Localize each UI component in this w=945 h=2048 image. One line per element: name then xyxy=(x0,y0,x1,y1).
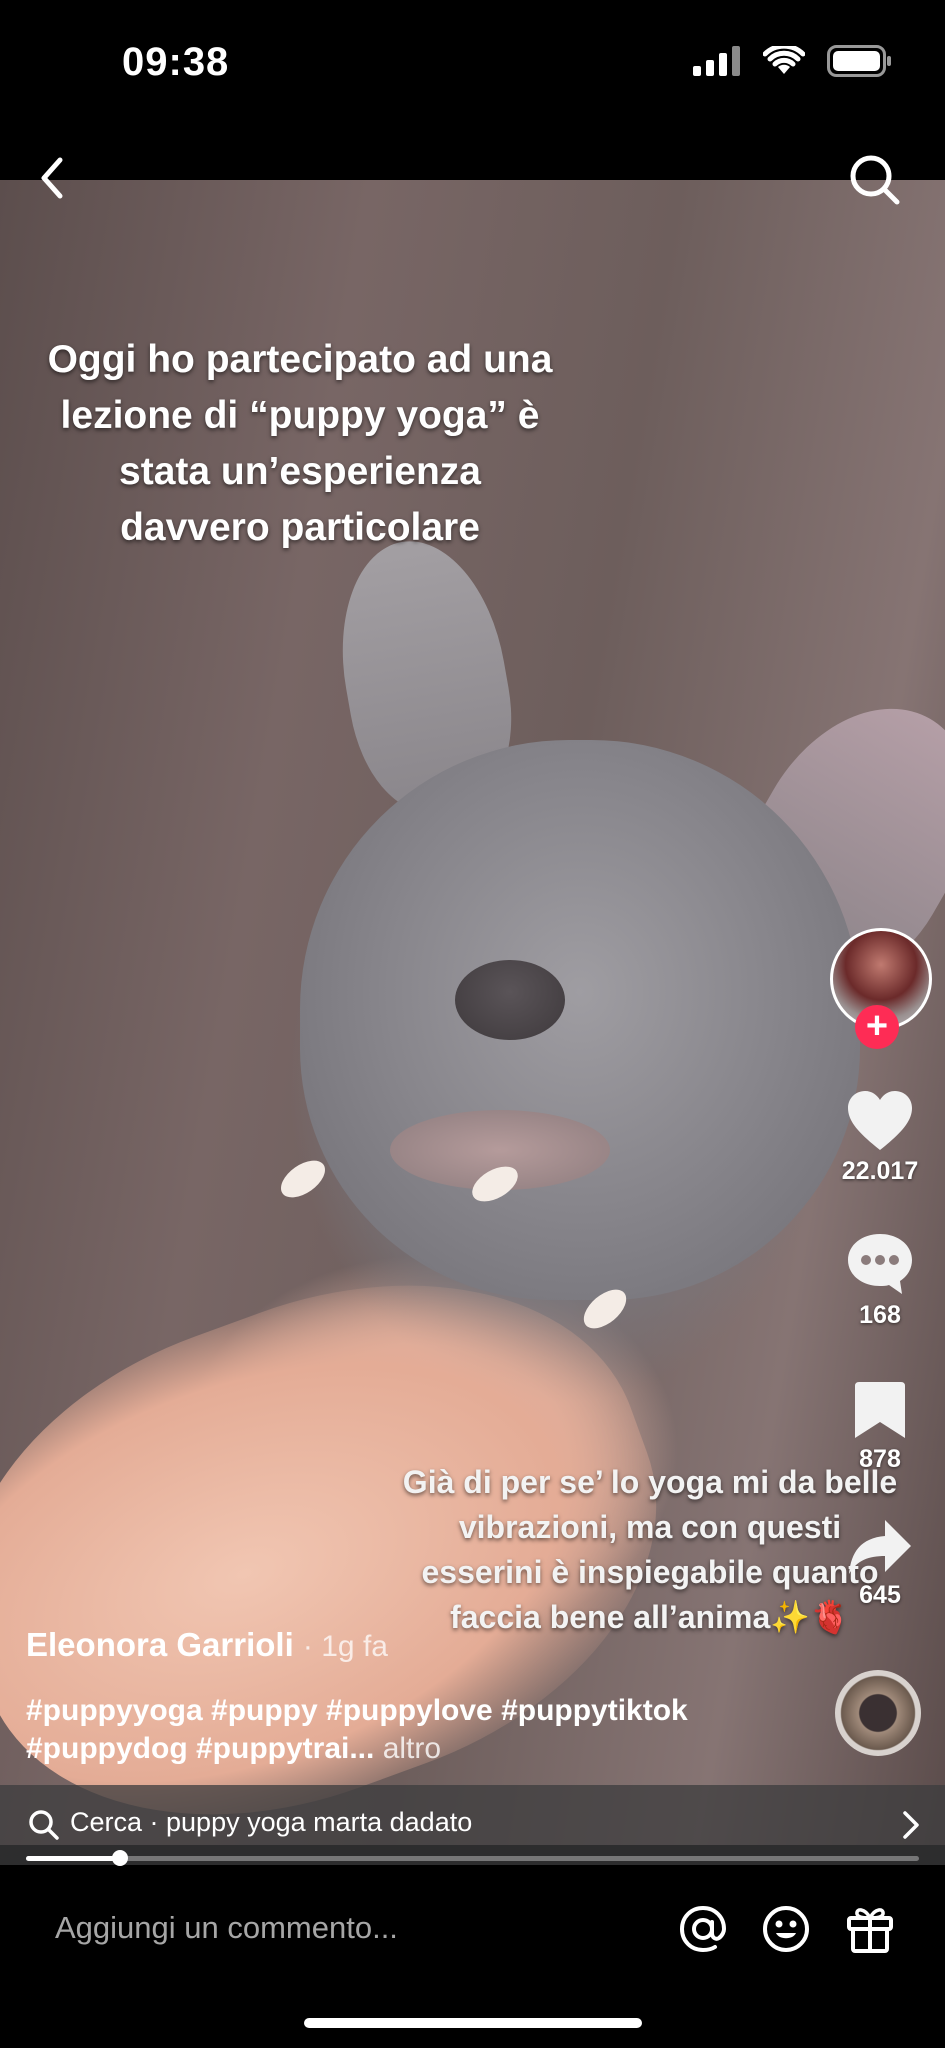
bookmark-count: 878 xyxy=(859,1445,901,1473)
hashtags[interactable]: #puppyyoga #puppy #puppylove #puppytikto… xyxy=(26,1692,786,1768)
signal-icon xyxy=(693,46,740,76)
chevron-right-icon xyxy=(903,1811,919,1839)
bookmark-icon xyxy=(855,1382,905,1438)
puppy-head xyxy=(300,740,860,1300)
video-caption-top: Oggi ho partecipato ad una lezione di “p… xyxy=(47,338,553,549)
share-icon xyxy=(849,1520,911,1574)
search-icon xyxy=(850,155,900,205)
status-bar: 09:38 xyxy=(0,0,945,180)
like-button[interactable]: 22.017 xyxy=(830,1090,930,1186)
comment-input[interactable]: Aggiungi un commento... xyxy=(55,1910,398,1946)
search-icon xyxy=(29,1810,59,1840)
follow-button[interactable]: + xyxy=(855,1005,899,1049)
share-button[interactable]: 645 xyxy=(830,1518,930,1610)
status-time: 09:38 xyxy=(122,40,230,84)
comment-button[interactable]: 168 xyxy=(830,1232,930,1330)
video-progress-handle[interactable] xyxy=(111,1850,128,1866)
comment-count: 168 xyxy=(859,1301,901,1329)
battery-icon xyxy=(827,45,891,77)
search-suggestion-text: Cerca · puppy yoga marta dadato xyxy=(70,1807,473,1837)
share-count: 645 xyxy=(859,1581,901,1609)
gift-icon[interactable] xyxy=(845,1902,895,1954)
back-button[interactable] xyxy=(30,150,74,206)
at-icon[interactable] xyxy=(678,1904,728,1954)
video-progress-track[interactable] xyxy=(26,1856,919,1861)
search-button[interactable] xyxy=(847,152,903,208)
home-indicator xyxy=(304,2018,642,2028)
fingernail xyxy=(274,1153,332,1205)
author-row: Eleonora Garrioli · 1g fa xyxy=(26,1626,388,1664)
video-caption-bottom: Già di per se’ lo yoga mi da belle vibra… xyxy=(402,1464,898,1635)
emoji-icon[interactable] xyxy=(761,1904,811,1954)
post-time: · 1g fa xyxy=(302,1630,388,1663)
like-count: 22.017 xyxy=(841,1157,919,1185)
search-suggestion-bar[interactable]: Cerca · puppy yoga marta dadato xyxy=(0,1785,945,1865)
comment-bar: Aggiungi un commento... xyxy=(0,1866,945,2048)
author-name[interactable]: Eleonora Garrioli xyxy=(26,1626,294,1663)
back-icon xyxy=(41,157,63,199)
comment-icon xyxy=(848,1234,912,1294)
more-link[interactable]: altro xyxy=(383,1732,441,1765)
puppy-nose xyxy=(455,960,565,1040)
wifi-icon xyxy=(763,46,805,74)
heart-icon xyxy=(848,1091,912,1150)
music-disc[interactable] xyxy=(835,1670,921,1756)
video-progress-fill xyxy=(26,1856,120,1861)
plus-icon: + xyxy=(865,1005,889,1047)
bookmark-button[interactable]: 878 xyxy=(830,1380,930,1474)
status-icons xyxy=(693,45,893,77)
hashtag-list[interactable]: #puppyyoga #puppy #puppylove #puppytikto… xyxy=(26,1694,688,1765)
